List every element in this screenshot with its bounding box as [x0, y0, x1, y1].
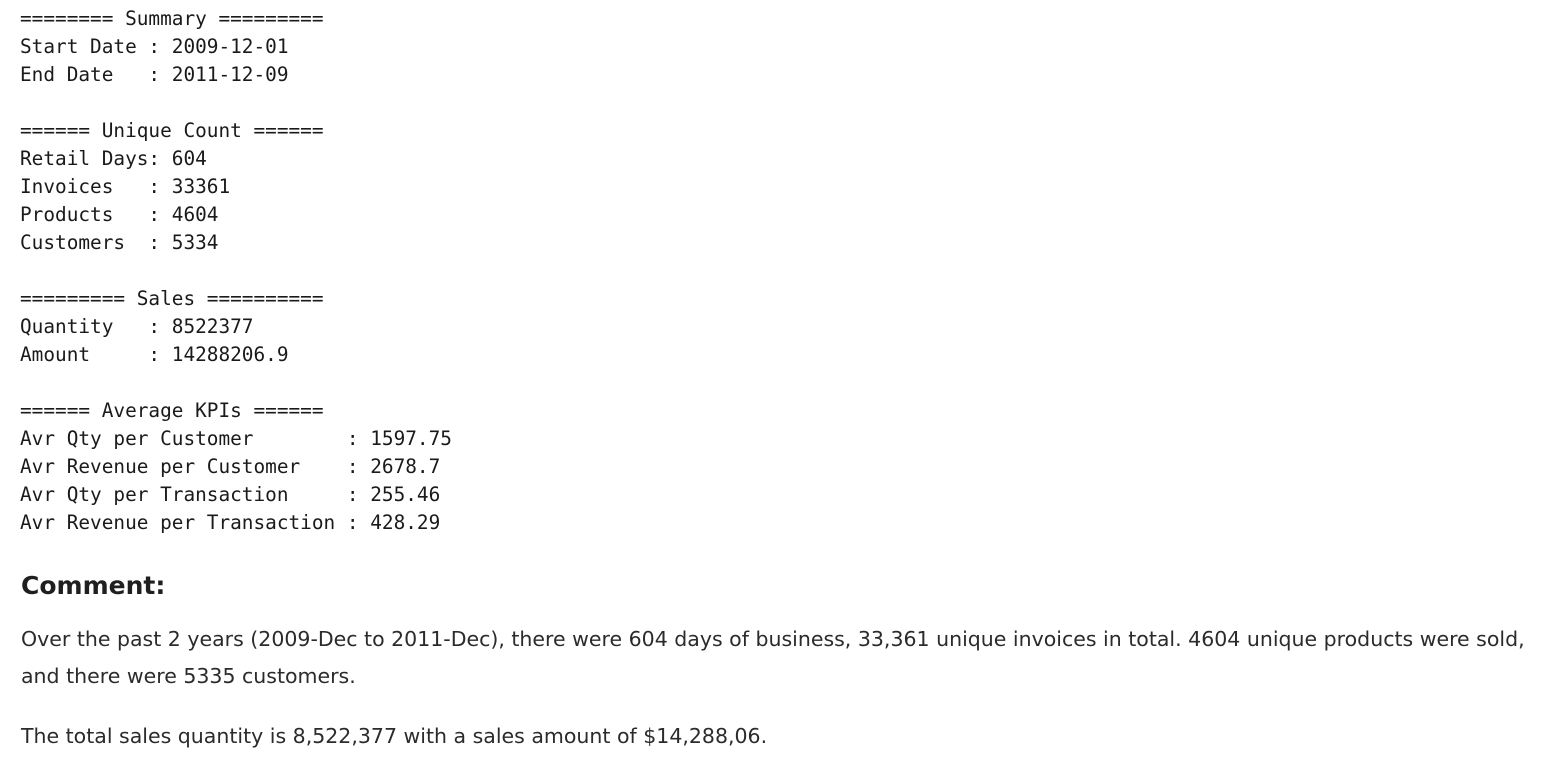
markdown-cell: Comment: Over the past 2 years (2009-Dec…: [21, 566, 1546, 755]
comment-heading: Comment:: [21, 571, 166, 600]
output-line-blank: [20, 257, 452, 285]
output-line-avr-qty-per-customer: Avr Qty per Customer : 1597.75: [20, 427, 452, 450]
output-line-blank: [20, 89, 452, 117]
output-line-avr-revenue-per-customer: Avr Revenue per Customer : 2678.7: [20, 455, 441, 478]
output-line-end-date: End Date : 2011-12-09: [20, 63, 289, 86]
output-line-invoices: Invoices : 33361: [20, 175, 231, 198]
output-line-quantity: Quantity : 8522377: [20, 315, 254, 338]
output-line-sales-header: ========= Sales ==========: [20, 287, 324, 310]
output-line-avr-revenue-per-transaction: Avr Revenue per Transaction : 428.29: [20, 511, 441, 534]
comment-paragraph-sales: The total sales quantity is 8,522,377 wi…: [21, 724, 768, 748]
output-line-amount: Amount : 14288206.9: [20, 343, 289, 366]
output-line-unique-count-header: ====== Unique Count ======: [20, 119, 324, 142]
output-line-average-kpis-header: ====== Average KPIs ======: [20, 399, 324, 422]
output-line-summary-header: ======== Summary =========: [20, 7, 324, 30]
output-line-products: Products : 4604: [20, 203, 219, 226]
comment-paragraph-summary: Over the past 2 years (2009-Dec to 2011-…: [21, 627, 1525, 688]
output-line-retail-days: Retail Days: 604: [20, 147, 207, 170]
output-line-blank: [20, 369, 452, 397]
output-line-avr-qty-per-transaction: Avr Qty per Transaction : 255.46: [20, 483, 441, 506]
output-line-start-date: Start Date : 2009-12-01: [20, 35, 289, 58]
output-line-customers: Customers : 5334: [20, 231, 219, 254]
cell-output-text: ======== Summary ========= Start Date : 2…: [20, 5, 452, 537]
